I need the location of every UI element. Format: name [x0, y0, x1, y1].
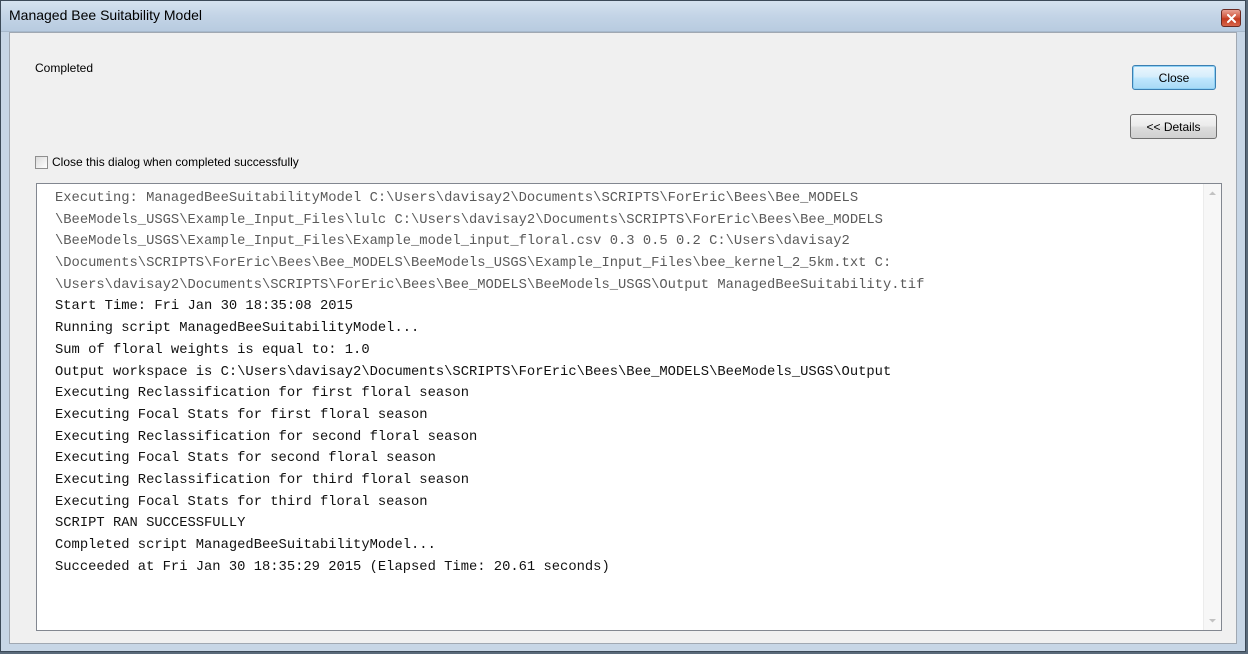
close-when-completed-checkbox[interactable]: [35, 155, 48, 169]
scroll-down-arrow-icon[interactable]: [1207, 615, 1218, 626]
dialog-client-area: Completed Close << Details Close this di…: [9, 32, 1237, 644]
log-scrollbar[interactable]: [1203, 184, 1221, 630]
log-lines: Executing: ManagedBeeSuitabilityModel C:…: [55, 188, 1201, 578]
close-when-completed-label: Close this dialog when completed success…: [52, 155, 299, 169]
log-line: Executing Focal Stats for first floral s…: [55, 407, 428, 423]
log-line: \Users\davisay2\Documents\SCRIPTS\ForEri…: [55, 277, 925, 293]
log-line: Sum of floral weights is equal to: 1.0: [55, 342, 370, 358]
log-line: Output workspace is C:\Users\davisay2\Do…: [55, 364, 892, 380]
scroll-up-arrow-icon[interactable]: [1207, 188, 1218, 199]
window-close-button[interactable]: [1221, 9, 1241, 27]
log-line: Running script ManagedBeeSuitabilityMode…: [55, 321, 420, 337]
close-when-completed-option[interactable]: Close this dialog when completed success…: [35, 154, 299, 170]
window-title: Managed Bee Suitability Model: [9, 7, 203, 23]
log-line: \Documents\SCRIPTS\ForEric\Bees\Bee_MODE…: [55, 256, 892, 272]
log-line: Executing Focal Stats for second floral …: [55, 451, 436, 467]
log-line: \BeeModels_USGS\Example_Input_Files\Exam…: [55, 234, 850, 250]
log-line: Executing Reclassification for third flo…: [55, 472, 469, 488]
message-log[interactable]: Executing: ManagedBeeSuitabilityModel C:…: [36, 183, 1222, 631]
status-label: Completed: [35, 61, 94, 75]
close-button[interactable]: Close: [1132, 65, 1216, 90]
log-line: \BeeModels_USGS\Example_Input_Files\lulc…: [55, 212, 883, 228]
log-line: Succeeded at Fri Jan 30 18:35:29 2015 (E…: [55, 559, 610, 575]
log-line: Executing: ManagedBeeSuitabilityModel C:…: [55, 191, 859, 206]
dialog-window: Managed Bee Suitability Model Completed …: [0, 0, 1246, 652]
log-line: SCRIPT RAN SUCCESSFULLY: [55, 516, 246, 532]
close-icon: [1227, 14, 1236, 23]
log-line: Executing Focal Stats for third floral s…: [55, 494, 428, 510]
log-line: Executing Reclassification for second fl…: [55, 429, 478, 445]
log-line: Start Time: Fri Jan 30 18:35:08 2015: [55, 299, 354, 315]
log-line: Completed script ManagedBeeSuitabilityMo…: [55, 538, 436, 553]
details-button[interactable]: << Details: [1130, 114, 1217, 139]
title-bar[interactable]: Managed Bee Suitability Model: [1, 1, 1245, 32]
log-line: Executing Reclassification for first flo…: [55, 386, 469, 402]
